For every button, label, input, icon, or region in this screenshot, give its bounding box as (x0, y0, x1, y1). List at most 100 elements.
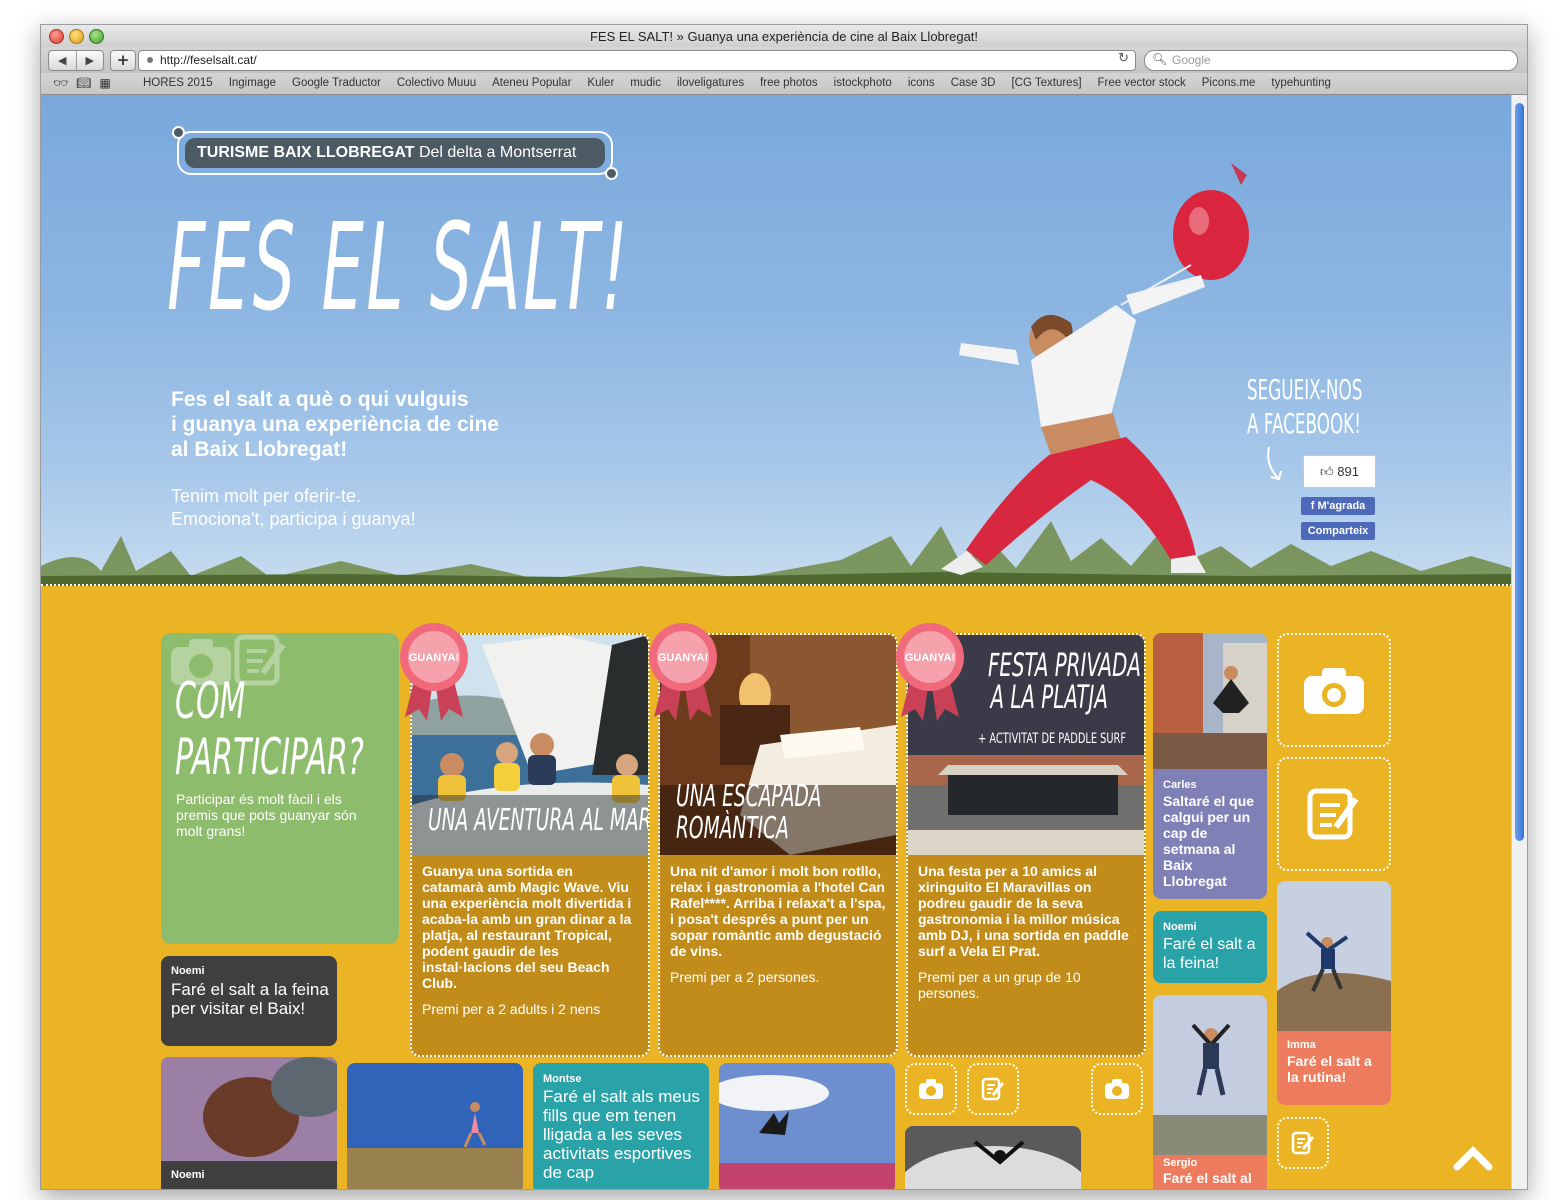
bookmark-item[interactable]: Ateneu Popular (492, 77, 571, 89)
vertical-scrollbar[interactable] (1511, 95, 1527, 1189)
bookmark-item[interactable]: Ingimage (229, 77, 276, 89)
page-title: FES EL SALT! (167, 199, 631, 338)
hero-subtagline: Tenim molt per oferir-te. Emociona't, pa… (171, 485, 416, 531)
prize-description: Una festa per a 10 amics al xiringuito E… (918, 863, 1129, 959)
jumping-woman-illustration (941, 163, 1249, 575)
logo-ring (172, 126, 185, 139)
how-to-participate-card[interactable]: COM PARTICIPAR? Participar és molt fàcil… (161, 633, 399, 944)
facebook-like-button[interactable]: f M'agrada (1301, 497, 1375, 515)
bookmark-item[interactable]: free photos (760, 77, 818, 89)
prize-description: Guanya una sortida en catamarà amb Magic… (422, 863, 632, 991)
post-card-photo-bw[interactable] (905, 1126, 1081, 1189)
like-label: M'agrada (1317, 500, 1366, 512)
bookmark-item[interactable]: Kuler (587, 77, 614, 89)
search-field[interactable]: 🔍︎ Google (1144, 50, 1518, 71)
scrollbar-thumb[interactable] (1515, 103, 1524, 841)
title-line: COM (175, 672, 246, 730)
follow-line: SEGUEIX-NOS (1247, 373, 1363, 406)
post-card-noemi-teal[interactable]: Noemi Faré el salt a la feina! (1153, 911, 1267, 983)
prize-note: Premi per a un grup de 10 persones. (918, 969, 1081, 1001)
brand-slogan: Del delta a Montserrat (418, 144, 577, 161)
edit-icon (1307, 788, 1359, 840)
post-card-carles[interactable]: Carles Saltaré el que calgui per un cap … (1153, 633, 1267, 899)
bookmark-tools-icons[interactable]: 👓︎📖︎▦ (53, 76, 119, 90)
url-text: http://feselsalt.cat/ (160, 53, 257, 67)
post-card-photo-field[interactable] (347, 1063, 523, 1189)
prize-note: Premi per a 2 adults i 2 nens (422, 1001, 601, 1017)
post-card-montse[interactable]: Montse Faré el salt als meus fills que e… (533, 1063, 709, 1189)
bookmark-item[interactable]: Google Traductor (292, 77, 381, 89)
tagline-line: al Baix Llobregat! (171, 438, 348, 461)
bookmark-item[interactable]: typehunting (1271, 77, 1330, 89)
web-page: TURISME BAIX LLOBREGAT Del delta a Monts… (41, 95, 1512, 1189)
bookmark-item[interactable]: Colectivo Muuu (397, 77, 476, 89)
camera-icon (1105, 1079, 1129, 1099)
prize-title: UNA AVENTURA AL MAR (428, 803, 650, 838)
prize-title: UNA ESCAPADA ROMÀNTICA (676, 781, 821, 845)
prize-subtitle: + ACTIVITAT DE PADDLE SURF (978, 731, 1126, 747)
brand-label: TURISME BAIX LLOBREGAT Del delta a Monts… (185, 138, 605, 168)
search-placeholder: Google (1172, 53, 1211, 67)
bookmark-item[interactable]: icons (908, 77, 935, 89)
browser-toolbar: ◀ ▶ + http://feselsalt.cat/ ↻ 🔍︎ Google (41, 47, 1527, 73)
upload-photo-slot[interactable] (905, 1063, 957, 1115)
post-text: Faré el salt als meus fills que em tenen… (543, 1087, 700, 1182)
badge-label: GUANYA! (658, 652, 708, 664)
post-card-noemi[interactable]: Noemi Faré el salt a la feina per visita… (161, 956, 337, 1046)
facebook-icon: f (1310, 500, 1315, 512)
post-photo (719, 1063, 895, 1189)
back-button[interactable]: ◀ (49, 51, 77, 70)
bookmark-item[interactable]: iloveligatures (677, 77, 744, 89)
title-line: UNA ESCAPADA (676, 779, 822, 814)
upload-photo-slot[interactable] (1277, 633, 1391, 747)
post-author: Sergio (1163, 1157, 1198, 1169)
post-text: Faré el salt a la feina! (1163, 936, 1256, 972)
bookmark-item[interactable]: HORES 2015 (143, 77, 213, 89)
like-count-value: 891 (1337, 464, 1359, 479)
subtagline-line: Emociona't, participa i guanya! (171, 509, 416, 529)
post-card-noemi-photo[interactable]: Noemi (161, 1057, 337, 1189)
site-icon (147, 57, 153, 63)
thumbs-up-icon: 👍︎ (1320, 464, 1334, 479)
bookmark-item[interactable]: Free vector stock (1098, 77, 1186, 89)
tagline-line: i guanya una experiència de cine (171, 413, 499, 436)
brand-logo[interactable]: TURISME BAIX LLOBREGAT Del delta a Monts… (172, 126, 618, 180)
camera-icon (1304, 668, 1364, 714)
post-author: Noemi (1163, 921, 1197, 933)
bookmark-item[interactable]: Case 3D (951, 77, 996, 89)
hero-banner: TURISME BAIX LLOBREGAT Del delta a Monts… (41, 95, 1512, 586)
browser-window: FES EL SALT! » Guanya una experiència de… (40, 24, 1528, 1190)
forward-button[interactable]: ▶ (77, 51, 104, 70)
post-photo (905, 1126, 1081, 1189)
bookmark-item[interactable]: [CG Textures] (1011, 77, 1081, 89)
win-badge: GUANYA! (896, 623, 964, 721)
address-bar[interactable]: http://feselsalt.cat/ ↻ (138, 50, 1136, 71)
camera-icon (919, 1079, 943, 1099)
post-photo (1277, 881, 1391, 1031)
upload-photo-slot[interactable] (1091, 1063, 1143, 1115)
prize-note: Premi per a 2 persones. (670, 969, 820, 985)
bookmark-item[interactable]: Picons.me (1202, 77, 1256, 89)
title-bar: FES EL SALT! » Guanya una experiència de… (41, 25, 1527, 47)
prize-title: FESTA PRIVADA A LA PLATJA (988, 649, 1141, 713)
bookmark-item[interactable]: mudic (630, 77, 661, 89)
bookmark-item[interactable]: istockphoto (834, 77, 892, 89)
how-to-participate-title: COM PARTICIPAR? (175, 673, 364, 785)
arrow-icon (1267, 446, 1282, 481)
post-card-photo-sky[interactable] (719, 1063, 895, 1189)
title-line: FESTA PRIVADA (988, 646, 1141, 684)
win-badge: GUANYA! (649, 623, 717, 721)
post-card-imma[interactable]: Imma Faré el salt a la rutina! (1277, 881, 1391, 1105)
subtagline-line: Tenim molt per oferir-te. (171, 486, 362, 506)
facebook-like-count: 👍︎ 891 (1303, 455, 1376, 488)
add-bookmark-button[interactable]: + (110, 50, 136, 71)
facebook-share-button[interactable]: Comparteix (1301, 522, 1375, 540)
scroll-to-top-icon[interactable] (1453, 1145, 1493, 1171)
write-text-slot[interactable] (967, 1063, 1019, 1115)
title-line: ROMÀNTICA (676, 811, 789, 846)
reload-icon[interactable]: ↻ (1118, 51, 1129, 66)
write-text-slot[interactable] (1277, 1117, 1329, 1169)
post-card-sergio[interactable]: Sergio Faré el salt al (1153, 995, 1267, 1189)
write-text-slot[interactable] (1277, 757, 1391, 871)
hero-tagline: Fes el salt a què o qui vulguis i guanya… (171, 387, 591, 462)
